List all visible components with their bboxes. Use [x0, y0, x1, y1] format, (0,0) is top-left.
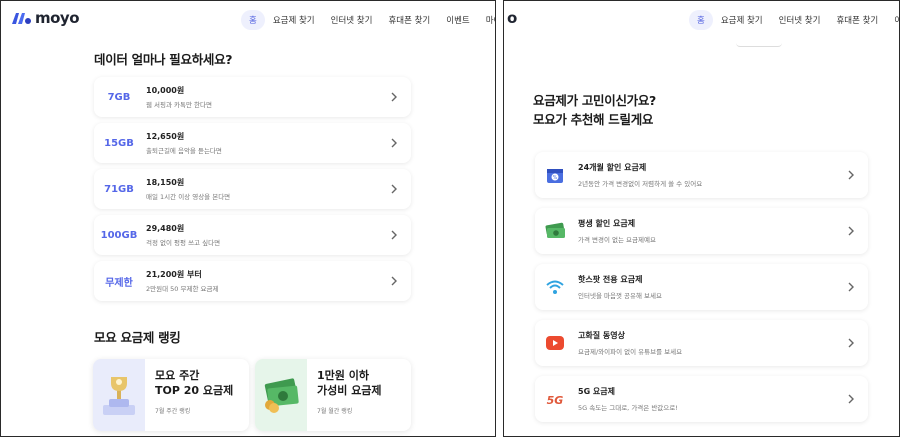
brand-logo[interactable]: o [507, 9, 517, 27]
top-navigation: moyo 홈 요금제 찾기 인터넷 찾기 휴대폰 찾기 이벤트 마이페이지 [1, 1, 495, 39]
data-price: 29,480원 [146, 224, 185, 233]
data-desc: 매일 1시간 이상 영상을 본다면 [146, 193, 231, 201]
data-option-card[interactable]: 7GB 10,000원 웹 서핑과 카톡만 한다면 [94, 77, 411, 117]
5g-icon: 5G [544, 388, 566, 410]
recommend-title: 요금제가 고민이신가요? 모요가 추천해 드릴게요 [533, 91, 656, 129]
data-price: 18,150원 [146, 178, 185, 187]
calendar-discount-icon: % [544, 164, 566, 186]
data-amount: 71GB [104, 183, 134, 195]
recommend-card-title: 24개월 할인 요금제 [578, 163, 647, 172]
data-option-card[interactable]: 무제한 21,200원 부터 2만원대 50 무제한 요금제 [94, 261, 411, 301]
brand-logo[interactable]: moyo [10, 9, 80, 27]
money-bills-icon [255, 359, 307, 431]
brand-name: moyo [35, 9, 80, 27]
ranking-card-weekly[interactable]: 모요 주간 TOP 20 요금제 7월 주간 랭킹 [93, 359, 249, 431]
svg-text:%: % [553, 175, 558, 181]
main-nav: 홈 요금제 찾기 인터넷 찾기 휴대폰 찾기 이벤트 마이페이지 [241, 10, 495, 30]
data-desc: 웹 서핑과 카톡만 한다면 [146, 101, 212, 109]
data-desc: 2만원대 50 무제한 요금제 [146, 285, 219, 293]
left-screen: moyo 홈 요금제 찾기 인터넷 찾기 휴대폰 찾기 이벤트 마이페이지 데이… [0, 0, 496, 437]
data-option-card[interactable]: 100GB 29,480원 걱정 없이 펑펑 쓰고 싶다면 [94, 215, 411, 255]
nav-find-phone[interactable]: 휴대폰 찾기 [828, 10, 886, 30]
ranking-card-subtitle: 7월 월간 랭킹 [317, 408, 353, 415]
chevron-right-icon [848, 394, 854, 404]
data-desc: 걱정 없이 펑펑 쓰고 싶다면 [146, 239, 221, 247]
recommend-card[interactable]: 고화질 동영상 요금제/와이파이 없이 유튜브를 보세요 [535, 320, 868, 366]
recommend-card[interactable]: 핫스팟 전용 요금제 인터넷을 마음껏 공유해 보세요 [535, 264, 868, 310]
wifi-icon [544, 276, 566, 298]
nav-find-plan[interactable]: 요금제 찾기 [265, 10, 323, 30]
ranking-card-value[interactable]: 1만원 이하 가성비 요금제 7월 월간 랭킹 [255, 359, 411, 431]
chevron-right-icon [391, 276, 397, 286]
recommend-card-desc: 요금제/와이파이 없이 유튜브를 보세요 [578, 348, 683, 356]
data-price: 10,000원 [146, 86, 185, 95]
nav-find-plan[interactable]: 요금제 찾기 [713, 10, 771, 30]
recommend-card-title: 고화질 동영상 [578, 331, 625, 340]
recommend-card-desc: 가격 변경이 없는 요금제예요 [578, 236, 656, 244]
nav-home[interactable]: 홈 [689, 10, 713, 30]
recommend-card-title: 5G 요금제 [578, 387, 615, 396]
recommend-card-title: 핫스팟 전용 요금제 [578, 275, 643, 284]
nav-event[interactable]: 이벤트 [886, 10, 899, 30]
chevron-right-icon [848, 282, 854, 292]
nav-event[interactable]: 이벤트 [438, 10, 477, 30]
recommend-card-desc: 2년동안 가격 변경없이 저렴하게 쓸 수 있어요 [578, 180, 703, 188]
ranking-card-title-1: 모요 주간 [155, 369, 200, 382]
nav-find-internet[interactable]: 인터넷 찾기 [771, 10, 829, 30]
recommend-card[interactable]: 평생 할인 요금제 가격 변경이 없는 요금제예요 [535, 208, 868, 254]
ranking-card-title-1: 1만원 이하 [317, 369, 369, 382]
chevron-right-icon [848, 170, 854, 180]
ranking-card-title-2: TOP 20 요금제 [155, 384, 234, 397]
chevron-right-icon [391, 138, 397, 148]
chevron-right-icon [848, 338, 854, 348]
ranking-section-title: 모요 요금제 랭킹 [94, 330, 181, 345]
money-bills-icon [544, 220, 566, 242]
recommend-title-line2: 모요가 추천해 드릴게요 [533, 112, 654, 127]
scroll-fragment [736, 43, 782, 47]
recommend-card[interactable]: % 24개월 할인 요금제 2년동안 가격 변경없이 저렴하게 쓸 수 있어요 [535, 152, 868, 198]
data-amount: 100GB [100, 229, 138, 241]
data-amount: 7GB [107, 91, 131, 103]
top-navigation: o 홈 요금제 찾기 인터넷 찾기 휴대폰 찾기 이벤트 [504, 1, 899, 39]
recommend-card[interactable]: 5G 5G 요금제 5G 속도는 그대로, 가격은 반값으로! [535, 376, 868, 422]
nav-home[interactable]: 홈 [241, 10, 265, 30]
recommend-title-line1: 요금제가 고민이신가요? [533, 93, 657, 108]
ranking-card-title-2: 가성비 요금제 [317, 384, 382, 397]
nav-find-internet[interactable]: 인터넷 찾기 [323, 10, 381, 30]
data-amount: 무제한 [105, 277, 133, 289]
recommend-card-desc: 인터넷을 마음껏 공유해 보세요 [578, 292, 662, 300]
brand-name-cropped: o [507, 9, 517, 27]
data-amount: 15GB [104, 137, 134, 149]
chevron-right-icon [391, 92, 397, 102]
chevron-right-icon [391, 184, 397, 194]
recommend-card-title: 평생 할인 요금제 [578, 219, 636, 228]
chevron-right-icon [848, 226, 854, 236]
nav-mypage[interactable]: 마이페이지 [478, 10, 495, 30]
data-option-card[interactable]: 71GB 18,150원 매일 1시간 이상 영상을 본다면 [94, 169, 411, 209]
data-section-title: 데이터 얼마나 필요하세요? [94, 52, 233, 67]
moyo-logo-icon [12, 13, 31, 24]
video-play-icon [544, 332, 566, 354]
recommend-card-desc: 5G 속도는 그대로, 가격은 반값으로! [578, 404, 678, 412]
data-option-card[interactable]: 15GB 12,650원 출퇴근길에 음악을 듣는다면 [94, 123, 411, 163]
nav-find-phone[interactable]: 휴대폰 찾기 [380, 10, 438, 30]
main-nav: 홈 요금제 찾기 인터넷 찾기 휴대폰 찾기 이벤트 [689, 10, 899, 30]
data-desc: 출퇴근길에 음악을 듣는다면 [146, 147, 222, 155]
data-price: 12,650원 [146, 132, 185, 141]
ranking-card-subtitle: 7월 주간 랭킹 [155, 408, 191, 415]
chevron-right-icon [391, 230, 397, 240]
data-price: 21,200원 부터 [146, 270, 202, 279]
svg-text:5G: 5G [547, 394, 564, 407]
trophy-icon [93, 359, 145, 431]
